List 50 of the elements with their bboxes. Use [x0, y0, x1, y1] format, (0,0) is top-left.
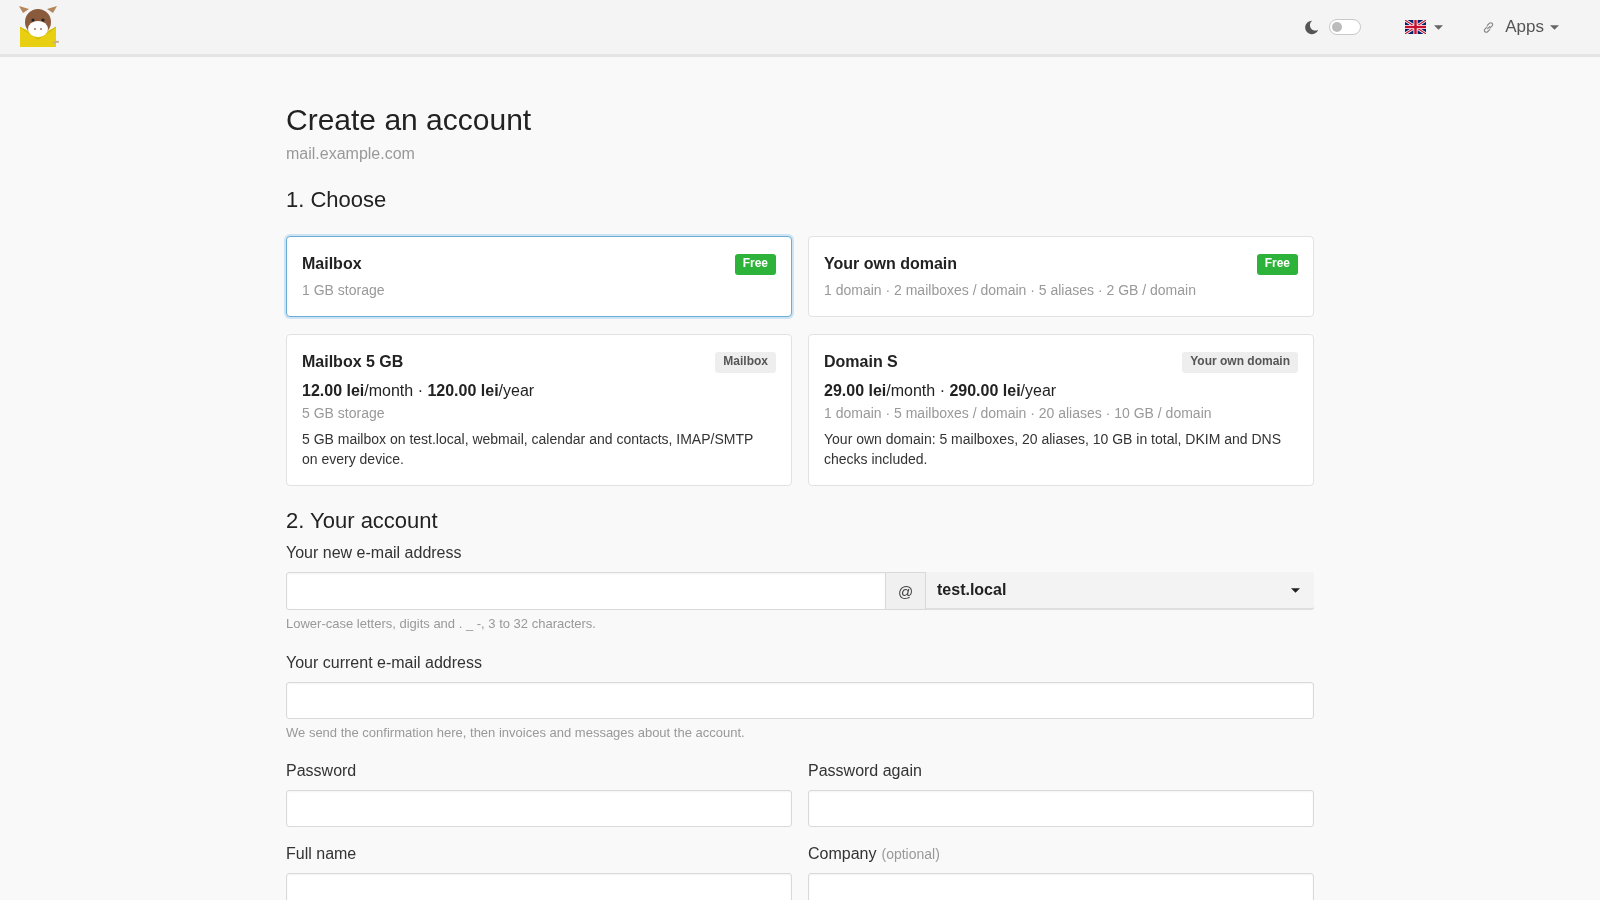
caret-icon	[1434, 24, 1444, 30]
flag-icon	[1405, 20, 1427, 34]
plan-specs: 1 domain · 5 mailboxes / domain · 20 aliases · 10 GB / domain	[824, 404, 1213, 423]
link-icon	[1482, 20, 1496, 34]
plan-card[interactable]: Mailbox Free 1 GB storage	[286, 236, 792, 317]
mascot-envelope-icon[interactable]	[17, 5, 59, 49]
plan-name: Mailbox 5 GB	[302, 352, 404, 372]
apps-menu-button[interactable]: Apps	[1476, 11, 1565, 43]
field-label: Full name	[286, 844, 358, 864]
plan-card[interactable]: Mailbox 5 GB Mailbox 12.00 lei/month · 120.00 lei/year 5 GB storage 5 GB mailbox on test.local, webmail, calendar and contacts, IMAP/SMTP on every device.	[286, 334, 792, 486]
plan-badge: Mailbox	[715, 351, 776, 373]
current-email-field[interactable]	[286, 682, 1314, 719]
plan-name: Your own domain	[824, 254, 958, 274]
field-label: Your current e-mail address	[286, 653, 483, 673]
password-again-field[interactable]	[808, 790, 1314, 827]
plan-description: 5 GB mailbox on test.local, webmail, calendar and contacts, IMAP/SMTP on every device.	[302, 430, 755, 469]
plan-specs: 1 domain · 2 mailboxes / domain · 5 aliases · 2 GB / domain	[824, 281, 1197, 300]
password-field[interactable]	[286, 790, 792, 827]
plan-specs: 1 GB storage	[302, 281, 386, 300]
plan-price: 29.00 lei/month · 290.00 lei/year	[824, 381, 1058, 401]
field-hint: We send the confirmation here, then invoices and messages about the account.	[286, 724, 746, 742]
dark-mode-switch[interactable]	[1329, 19, 1362, 35]
plan-name: Domain S	[824, 352, 898, 372]
plan-description: Your own domain: 5 mailboxes, 20 aliases, 10 GB in total, DKIM and DNS checks included.	[824, 430, 1283, 469]
company-field[interactable]	[808, 873, 1314, 900]
section-heading: 2. Your account	[286, 507, 439, 535]
caret-icon	[1550, 24, 1559, 30]
field-label: Company	[808, 844, 877, 864]
section-heading: 1. Choose	[286, 186, 388, 214]
plan-price: 12.00 lei/month · 120.00 lei/year	[302, 381, 536, 401]
field-hint: Lower-case letters, digits and . _ -, 3 to 32 characters.	[286, 615, 597, 633]
site-subtitle: mail.example.com	[286, 144, 416, 164]
plan-specs: 5 GB storage	[302, 404, 386, 423]
caret-icon	[1291, 587, 1300, 593]
plan-card[interactable]	[808, 334, 1314, 486]
full-name-field[interactable]	[286, 873, 792, 900]
moon-icon	[1303, 18, 1321, 36]
page-title: Create an account	[286, 102, 533, 138]
at-sign-addon: @	[886, 572, 926, 610]
plan-badge: Free	[734, 253, 776, 275]
field-label: Password again	[808, 761, 923, 781]
plan-badge: Your own domain	[1182, 351, 1298, 373]
field-label: Your new e-mail address	[286, 543, 463, 563]
domain-select[interactable]: test.local	[926, 572, 1314, 610]
plan-name: Mailbox	[302, 254, 362, 274]
email-username-field[interactable]	[286, 572, 886, 610]
plan-card[interactable]: Your own domain Free 1 domain · 2 mailboxes / domain · 5 aliases · 2 GB / domain	[808, 236, 1314, 317]
field-label: Password	[286, 761, 358, 781]
plan-badge: Free	[1256, 253, 1298, 275]
optional-note: (optional)	[881, 846, 940, 862]
